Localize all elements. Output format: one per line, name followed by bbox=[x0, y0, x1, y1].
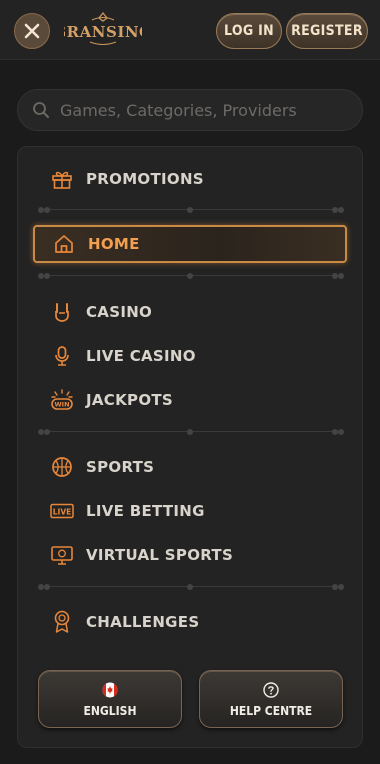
menu-label-challenges: CHALLENGES bbox=[86, 613, 200, 631]
menu-item-live-betting[interactable]: LIVE LIVE BETTING bbox=[18, 493, 364, 529]
jackpot-win-icon: WIN bbox=[50, 388, 74, 412]
menu-divider bbox=[38, 583, 344, 591]
rock-hand-icon bbox=[50, 300, 74, 324]
canada-flag-icon bbox=[101, 681, 119, 699]
top-bar: GRANSINO LOG IN REGISTER bbox=[0, 0, 380, 60]
menu-label-live-betting: LIVE BETTING bbox=[86, 502, 205, 520]
menu-item-jackpots[interactable]: WIN JACKPOTS bbox=[18, 382, 364, 418]
register-button[interactable]: REGISTER bbox=[286, 13, 368, 49]
gift-icon bbox=[50, 167, 74, 191]
menu-item-promotions[interactable]: PROMOTIONS bbox=[18, 161, 364, 197]
search-input[interactable]: Games, Categories, Providers bbox=[17, 89, 363, 131]
menu-label-live-casino: LIVE CASINO bbox=[86, 347, 196, 365]
menu-item-casino[interactable]: CASINO bbox=[18, 294, 364, 330]
login-button[interactable]: LOG IN bbox=[216, 13, 282, 49]
home-icon bbox=[52, 232, 76, 256]
medal-icon bbox=[50, 610, 74, 634]
microphone-icon bbox=[50, 344, 74, 368]
menu-item-challenges[interactable]: CHALLENGES bbox=[18, 604, 364, 640]
close-icon bbox=[24, 23, 40, 39]
help-centre-label: HELP CENTRE bbox=[229, 703, 313, 718]
menu-label-virtual-sports: VIRTUAL SPORTS bbox=[86, 546, 234, 564]
help-icon bbox=[262, 681, 280, 699]
language-button[interactable]: ENGLISH bbox=[38, 670, 182, 728]
menu-item-live-casino[interactable]: LIVE CASINO bbox=[18, 338, 364, 374]
virtual-monitor-icon bbox=[50, 543, 74, 567]
menu-item-sports[interactable]: SPORTS bbox=[18, 449, 364, 485]
search-placeholder: Games, Categories, Providers bbox=[60, 100, 297, 120]
menu-label-home: HOME bbox=[88, 235, 140, 253]
language-label: ENGLISH bbox=[83, 703, 137, 718]
menu-item-home[interactable]: HOME bbox=[33, 225, 347, 263]
help-centre-button[interactable]: HELP CENTRE bbox=[199, 670, 343, 728]
logo-text: GRANSINO bbox=[64, 23, 142, 41]
menu-divider bbox=[38, 206, 344, 214]
live-badge-text: LIVE bbox=[53, 508, 72, 517]
menu-divider bbox=[38, 428, 344, 436]
menu-label-jackpots: JACKPOTS bbox=[86, 391, 174, 409]
search-icon bbox=[33, 102, 49, 118]
menu-item-virtual-sports[interactable]: VIRTUAL SPORTS bbox=[18, 537, 364, 573]
gransino-logo[interactable]: GRANSINO bbox=[64, 11, 142, 49]
basketball-icon bbox=[50, 455, 74, 479]
live-badge-icon: LIVE bbox=[50, 499, 74, 523]
menu-divider bbox=[38, 272, 344, 280]
win-badge-text: WIN bbox=[54, 401, 69, 409]
nav-menu-panel: PROMOTIONS HOME CASINO LIVE CASINO WIN J… bbox=[17, 146, 363, 748]
close-menu-button[interactable] bbox=[14, 13, 50, 49]
menu-label-casino: CASINO bbox=[86, 303, 153, 321]
menu-label-promotions: PROMOTIONS bbox=[86, 170, 204, 188]
menu-label-sports: SPORTS bbox=[86, 458, 155, 476]
